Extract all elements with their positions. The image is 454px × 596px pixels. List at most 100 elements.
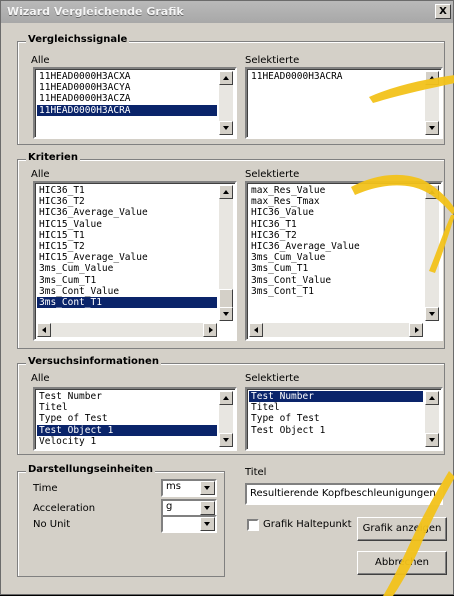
vergleich-alle-items: 11HEAD0000H3ACXA 11HEAD0000H3ACYA 11HEAD00… (37, 71, 217, 116)
list-item[interactable]: 3ms_Cont_Value (249, 275, 423, 286)
list-item[interactable]: HIC36_Average_Value (37, 207, 217, 218)
versuch-alle-list[interactable]: Test Number Titel Type of Test Test Object … (33, 387, 237, 451)
vertical-scrollbar[interactable] (425, 185, 439, 321)
list-item[interactable]: 3ms_Cum_T1 (249, 263, 423, 274)
close-button[interactable]: X (435, 4, 451, 19)
list-item[interactable]: Type of Test (249, 413, 423, 424)
list-item[interactable]: 11HEAD0000H3ACXA (37, 71, 217, 82)
grafik-haltepunkt-checkbox[interactable] (247, 519, 259, 531)
list-item[interactable]: 11HEAD0000H3ACZA (37, 93, 217, 104)
list-item[interactable]: max_Res_Value (249, 185, 423, 196)
list-item[interactable]: max_Res_Tmax (249, 196, 423, 207)
chevron-down-icon[interactable] (200, 517, 215, 531)
list-item[interactable]: HIC15_Average_Value (37, 252, 217, 263)
list-item[interactable]: HIC36_T1 (249, 219, 423, 230)
list-item[interactable]: Type of Test (37, 413, 217, 424)
horizontal-scrollbar[interactable] (37, 323, 217, 337)
scroll-up-icon[interactable] (425, 71, 439, 85)
kriterien-title: Kriterien (26, 152, 80, 163)
list-item[interactable]: 3ms_Cont_T1 (249, 286, 423, 297)
titel-label: Titel (245, 467, 267, 478)
vergleichssignale-title: Vergleichssignale (26, 34, 130, 45)
scroll-down-icon[interactable] (425, 433, 439, 447)
list-item[interactable]: Test Number (37, 391, 217, 402)
scroll-up-icon[interactable] (219, 391, 233, 405)
list-item[interactable]: HIC36_T1 (37, 185, 217, 196)
scroll-up-icon[interactable] (219, 71, 233, 85)
vertical-scrollbar[interactable] (425, 71, 439, 135)
scroll-down-icon[interactable] (219, 307, 233, 321)
kriterien-alle-label: Alle (31, 169, 50, 180)
scroll-down-icon[interactable] (219, 121, 233, 135)
titel-input[interactable]: Resultierende Kopfbeschleunigungen (245, 483, 443, 505)
grafik-anzeigen-button[interactable]: Grafik anzeigen (357, 517, 447, 541)
vergleich-selektierte-label: Selektierte (245, 55, 300, 66)
kriterien-alle-list[interactable]: HIC36_T1 HIC36_T2 HIC36_Average_Value HIC15… (33, 181, 237, 341)
scroll-left-icon[interactable] (249, 323, 263, 337)
kriterien-alle-items: HIC36_T1 HIC36_T2 HIC36_Average_Value HIC15… (37, 185, 217, 321)
scroll-right-icon[interactable] (409, 323, 423, 337)
versuchsinformationen-title: Versuchsinformationen (26, 356, 161, 367)
scroll-up-icon[interactable] (219, 185, 233, 199)
list-item[interactable]: 3ms_Cum_Value (37, 263, 217, 274)
scroll-right-icon[interactable] (203, 323, 217, 337)
scroll-down-icon[interactable] (219, 433, 233, 447)
versuch-selektierte-list[interactable]: Test Number Titel Type of Test Test Object … (245, 387, 443, 451)
versuch-selektierte-label: Selektierte (245, 373, 300, 384)
list-item[interactable]: 3ms_Cont_Value (37, 286, 217, 297)
list-item[interactable]: HIC36_T2 (249, 230, 423, 241)
chevron-down-icon[interactable] (200, 501, 215, 515)
unit-acceleration-label: Acceleration (33, 503, 96, 514)
list-item[interactable]: Velocity 1 (37, 436, 217, 447)
darstellungseinheiten-title: Darstellungseinheiten (26, 464, 156, 475)
versuch-selektierte-items: Test Number Titel Type of Test Test Object … (249, 391, 423, 436)
list-item[interactable]: Test Object 1 (37, 424, 217, 436)
scroll-up-icon[interactable] (425, 391, 439, 405)
horizontal-scrollbar[interactable] (249, 323, 423, 337)
vertical-scrollbar[interactable] (219, 185, 233, 321)
list-item[interactable]: Titel (249, 402, 423, 413)
kriterien-selektierte-list[interactable]: max_Res_Value max_Res_Tmax HIC36_Value HIC3… (245, 181, 443, 341)
list-item[interactable]: 11HEAD0000H3ACRA (249, 71, 423, 82)
unit-time-label: Time (33, 483, 58, 494)
unit-nounit-select[interactable] (161, 515, 217, 533)
vergleich-selektierte-list[interactable]: 11HEAD0000H3ACRA (245, 67, 443, 139)
scroll-up-icon[interactable] (425, 185, 439, 199)
list-item[interactable]: 3ms_Cum_Value (249, 252, 423, 263)
list-item[interactable]: HIC36_Average_Value (249, 241, 423, 252)
versuch-alle-label: Alle (31, 373, 50, 384)
unit-nounit-label: No Unit (33, 519, 71, 530)
vergleich-alle-label: Alle (31, 55, 50, 66)
list-item[interactable]: HIC36_Value (249, 207, 423, 218)
scroll-left-icon[interactable] (37, 323, 51, 337)
unit-time-value: ms (166, 481, 181, 492)
vertical-scrollbar[interactable] (425, 391, 439, 447)
abbrechen-button[interactable]: Abbrechen (357, 551, 447, 575)
vergleich-selektierte-items: 11HEAD0000H3ACRA (249, 71, 423, 82)
grafik-haltepunkt-label: Grafik Haltepunkt (263, 519, 352, 530)
list-item[interactable]: HIC36_T2 (37, 196, 217, 207)
list-item[interactable]: Titel (37, 402, 217, 413)
vertical-scrollbar[interactable] (219, 391, 233, 447)
title-bar: Wizard Vergleichende Grafik X (1, 1, 453, 23)
list-item[interactable]: HIC15_T1 (37, 230, 217, 241)
scroll-down-icon[interactable] (425, 307, 439, 321)
list-item[interactable]: Test Number (249, 391, 423, 403)
vertical-scrollbar[interactable] (219, 71, 233, 135)
scroll-down-icon[interactable] (425, 121, 439, 135)
list-item[interactable]: 11HEAD0000H3ACRA (37, 104, 217, 116)
list-item[interactable]: 3ms_Cum_T1 (37, 275, 217, 286)
list-item[interactable]: Test Object 1 (249, 425, 423, 436)
chevron-down-icon[interactable] (200, 481, 215, 495)
list-item[interactable]: 3ms_Cont_T1 (37, 296, 217, 309)
unit-acceleration-value: g (166, 501, 173, 512)
versuch-alle-items: Test Number Titel Type of Test Test Object … (37, 391, 217, 447)
window-title: Wizard Vergleichende Grafik (7, 5, 184, 18)
unit-time-select[interactable]: ms (161, 479, 217, 497)
list-item[interactable]: HIC15_T2 (37, 241, 217, 252)
vergleich-alle-list[interactable]: 11HEAD0000H3ACXA 11HEAD0000H3ACYA 11HEAD00… (33, 67, 237, 139)
list-item[interactable]: HIC15_Value (37, 219, 217, 230)
list-item[interactable]: 11HEAD0000H3ACYA (37, 82, 217, 93)
wizard-window: Wizard Vergleichende Grafik X Vergleichs… (0, 0, 454, 596)
kriterien-selektierte-label: Selektierte (245, 169, 300, 180)
